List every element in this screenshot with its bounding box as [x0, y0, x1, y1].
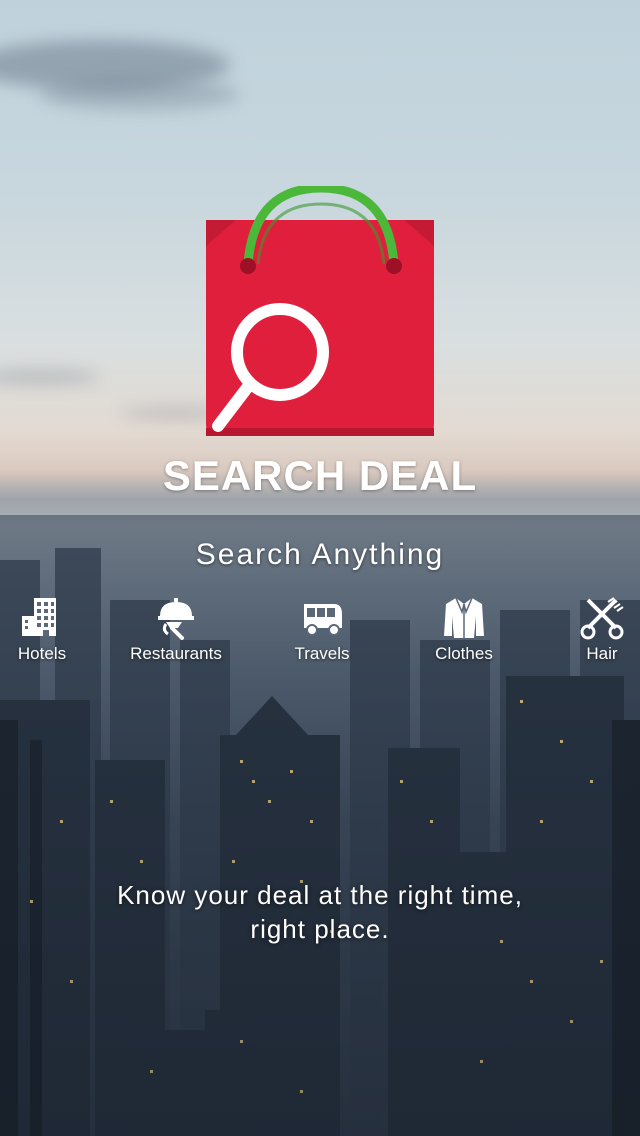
scissors-comb-icon [580, 597, 624, 640]
category-label: Restaurants [130, 644, 222, 663]
footer-slogan: Know your deal at the right time, right … [40, 878, 600, 946]
category-label: Hotels [17, 644, 67, 663]
footer-line-1: Know your deal at the right time, [117, 880, 523, 910]
category-restaurants[interactable]: Restaurants [116, 594, 236, 664]
bus-icon [304, 604, 342, 636]
category-hair[interactable]: Hair [542, 594, 640, 664]
search-deal-logo [206, 186, 434, 436]
category-hotels[interactable]: Hotels [0, 594, 102, 664]
hotel-icon [22, 598, 56, 636]
category-travels[interactable]: Travels [262, 594, 382, 664]
category-label: Clothes [435, 644, 493, 663]
restaurant-icon [158, 598, 194, 640]
category-clothes[interactable]: Clothes [404, 594, 524, 664]
tagline: Search Anything [195, 538, 445, 571]
footer-line-2: right place. [250, 914, 390, 944]
category-label: Travels [294, 644, 350, 663]
jacket-icon [444, 597, 484, 638]
brand-title: SEARCH DEAL [162, 452, 478, 499]
category-label: Hair [586, 644, 618, 663]
